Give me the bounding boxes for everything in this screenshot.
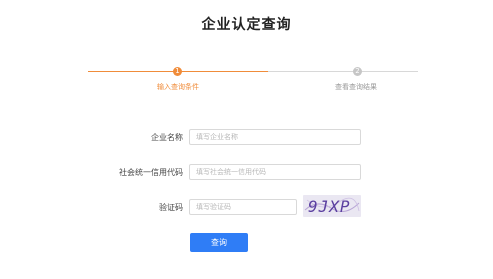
page-title: 企业认定查询 [201, 17, 292, 33]
query-button[interactable]: 查询 [190, 233, 248, 252]
step-2-label: 查看查询结果 [335, 83, 377, 91]
captcha-label: 验证码 [159, 203, 183, 212]
progress-steps: 1 2 输入查询条件 查看查询结果 [88, 62, 418, 96]
step-line-pending [268, 71, 418, 72]
step-1-label: 输入查询条件 [157, 83, 199, 91]
captcha-input[interactable] [189, 199, 297, 215]
step-1-indicator: 1 [173, 67, 182, 76]
credit-code-input[interactable] [189, 164, 361, 180]
credit-code-label: 社会统一信用代码 [119, 168, 183, 177]
captcha-row: 验证码 9JXP [0, 195, 493, 217]
company-name-label: 企业名称 [151, 133, 183, 142]
captcha-text: 9JXP [308, 197, 351, 216]
step-2-indicator: 2 [353, 67, 362, 76]
company-name-input[interactable] [189, 129, 361, 145]
credit-code-row: 社会统一信用代码 [0, 164, 493, 182]
captcha-image[interactable]: 9JXP [303, 195, 361, 217]
company-name-row: 企业名称 [0, 129, 493, 147]
